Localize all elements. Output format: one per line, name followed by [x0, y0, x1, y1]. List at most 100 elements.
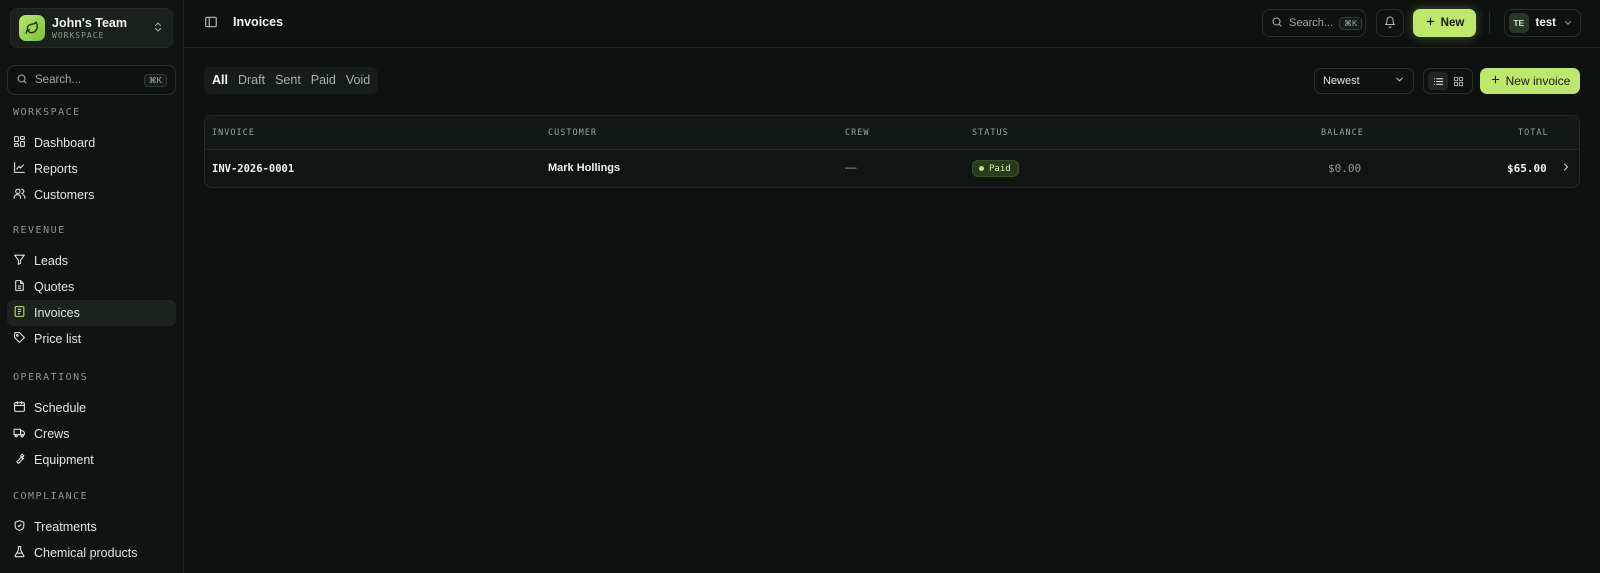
section-label-compliance: COMPLIANCE [13, 491, 89, 502]
sidebar-item-label: Crews [34, 427, 70, 441]
invoices-table: INVOICE CUSTOMER CREW STATUS BALANCE TOT… [204, 115, 1580, 188]
section-label-operations: OPERATIONS [13, 372, 89, 383]
team-switcher[interactable]: John's Team WORKSPACE [10, 8, 173, 48]
sidebar-item-label: Invoices [34, 306, 80, 320]
sidebar: John's Team WORKSPACE Search... ⌘K WORKS… [0, 0, 184, 573]
view-toggle [1423, 68, 1473, 94]
sidebar-item-label: Reports [34, 162, 78, 176]
sidebar-item-label: Equipment [34, 453, 94, 467]
column-header-status[interactable]: STATUS [972, 128, 1009, 138]
truck-icon [13, 426, 26, 442]
sidebar-search-placeholder: Search... [35, 74, 82, 86]
new-invoice-label: New invoice [1505, 74, 1571, 88]
tab-paid[interactable]: Paid [306, 70, 341, 91]
plus-icon [1490, 74, 1501, 88]
customer-name: Mark Hollings [548, 162, 621, 174]
sidebar-item-crews[interactable]: Crews [7, 421, 176, 447]
chevron-down-icon [1394, 74, 1405, 88]
tab-draft[interactable]: Draft [233, 70, 270, 91]
table-header: INVOICE CUSTOMER CREW STATUS BALANCE TOT… [205, 116, 1579, 150]
invoice-number[interactable]: INV-2026-0001 [212, 163, 294, 175]
topbar-divider [1489, 12, 1490, 34]
user-name: test [1535, 17, 1556, 29]
dashboard-icon [13, 135, 26, 151]
top-bar: Invoices Search... ⌘K New TE test [184, 0, 1600, 48]
total-value: $65.00 [1507, 162, 1547, 175]
funnel-icon [13, 253, 26, 269]
section-label-revenue: REVENUE [13, 225, 66, 236]
receipt-icon [13, 305, 26, 321]
sidebar-item-equipment[interactable]: Equipment [7, 447, 176, 473]
sidebar-item-chemical-products[interactable]: Chemical products [7, 540, 176, 566]
sidebar-item-dashboard[interactable]: Dashboard [7, 130, 176, 156]
status-dot [979, 166, 984, 171]
new-button[interactable]: New [1413, 9, 1476, 37]
crew-value: — [845, 162, 857, 174]
sidebar-item-label: Treatments [34, 520, 97, 534]
sort-select[interactable]: Newest [1314, 68, 1414, 94]
chevron-right-icon[interactable] [1560, 161, 1572, 176]
column-header-invoice[interactable]: INVOICE [212, 128, 255, 138]
page-title: Invoices [233, 15, 284, 29]
search-shortcut: ⌘K [143, 73, 167, 87]
tab-all[interactable]: All [207, 70, 233, 91]
sort-value: Newest [1323, 75, 1360, 87]
sidebar-item-label: Chemical products [34, 546, 138, 560]
sidebar-toggle-icon[interactable] [204, 15, 218, 32]
column-header-balance[interactable]: BALANCE [1321, 128, 1364, 138]
line-chart-icon [13, 161, 26, 177]
team-name: John's Team [52, 15, 127, 30]
top-search[interactable]: Search... ⌘K [1262, 9, 1366, 37]
sidebar-item-label: Quotes [34, 280, 75, 294]
plus-icon [1425, 16, 1436, 30]
status-tabs: All Draft Sent Paid Void [204, 67, 379, 94]
avatar: TE [1509, 13, 1529, 33]
status-label: Paid [989, 163, 1011, 174]
sidebar-item-schedule[interactable]: Schedule [7, 395, 176, 421]
sidebar-item-price-list[interactable]: Price list [7, 326, 176, 352]
wrench-icon [13, 452, 26, 468]
sidebar-item-reports[interactable]: Reports [7, 156, 176, 182]
grid-view-icon[interactable] [1448, 72, 1468, 90]
sidebar-item-label: Price list [34, 332, 82, 346]
new-button-label: New [1440, 17, 1465, 29]
tag-icon [13, 331, 26, 347]
status-badge: Paid [972, 160, 1019, 177]
new-invoice-button[interactable]: New invoice [1480, 68, 1580, 94]
sidebar-item-invoices[interactable]: Invoices [7, 300, 176, 326]
column-header-crew[interactable]: CREW [845, 128, 869, 138]
sidebar-search[interactable]: Search... ⌘K [7, 65, 176, 95]
section-label-workspace: WORKSPACE [13, 107, 81, 118]
team-subtitle: WORKSPACE [52, 30, 105, 40]
search-icon [1271, 16, 1283, 31]
search-icon [16, 73, 28, 88]
sidebar-item-customers[interactable]: Customers [7, 182, 176, 208]
top-search-placeholder: Search... [1289, 17, 1334, 29]
flask-icon [13, 545, 26, 561]
calendar-icon [13, 400, 26, 416]
sidebar-item-leads[interactable]: Leads [7, 248, 176, 274]
bell-icon [1384, 16, 1396, 31]
notifications-button[interactable] [1376, 9, 1404, 37]
leaf-icon [19, 15, 45, 41]
sidebar-item-label: Leads [34, 254, 69, 268]
sidebar-item-quotes[interactable]: Quotes [7, 274, 176, 300]
user-menu[interactable]: TE test [1504, 9, 1581, 37]
chevron-down-icon [1563, 16, 1573, 31]
column-header-total[interactable]: TOTAL [1518, 128, 1549, 138]
table-row[interactable]: INV-2026-0001 Mark Hollings — Paid $0.00… [205, 150, 1579, 187]
sidebar-item-label: Dashboard [34, 136, 96, 150]
sidebar-item-label: Schedule [34, 401, 87, 415]
sidebar-item-treatments[interactable]: Treatments [7, 514, 176, 540]
column-header-customer[interactable]: CUSTOMER [548, 128, 597, 138]
balance-value: $0.00 [1328, 162, 1362, 175]
users-icon [13, 187, 26, 203]
file-text-icon [13, 279, 26, 295]
sidebar-item-label: Customers [34, 188, 95, 202]
search-shortcut: ⌘K [1339, 16, 1363, 30]
list-view-icon[interactable] [1428, 72, 1448, 90]
tab-void[interactable]: Void [341, 70, 375, 91]
tab-sent[interactable]: Sent [270, 70, 306, 91]
shield-icon [13, 519, 26, 535]
chevrons-up-down-icon [152, 21, 164, 36]
